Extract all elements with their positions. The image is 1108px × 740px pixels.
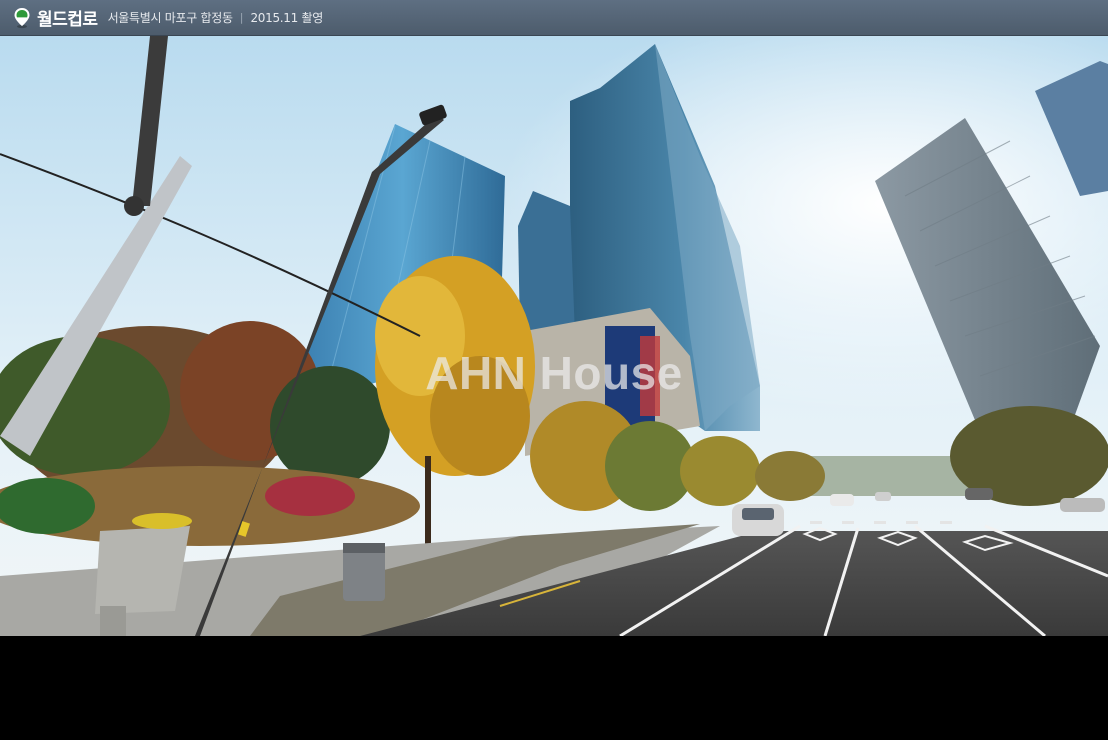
viewer-bottom-area — [0, 636, 1108, 740]
map-pin-icon — [13, 7, 31, 29]
brand-title: 월드컵로 — [37, 10, 98, 30]
capture-date: 2015.11 촬영 — [250, 11, 323, 25]
location-text: 서울특별시 마포구 합정동 — [107, 11, 233, 25]
header-bar: 월드컵로 서울특별시 마포구 합정동 | 2015.11 촬영 — [0, 0, 1108, 36]
header-separator: | — [239, 11, 244, 24]
street-view-panorama[interactable]: AHN House — [0, 36, 1108, 636]
panorama-scene — [0, 36, 1108, 636]
